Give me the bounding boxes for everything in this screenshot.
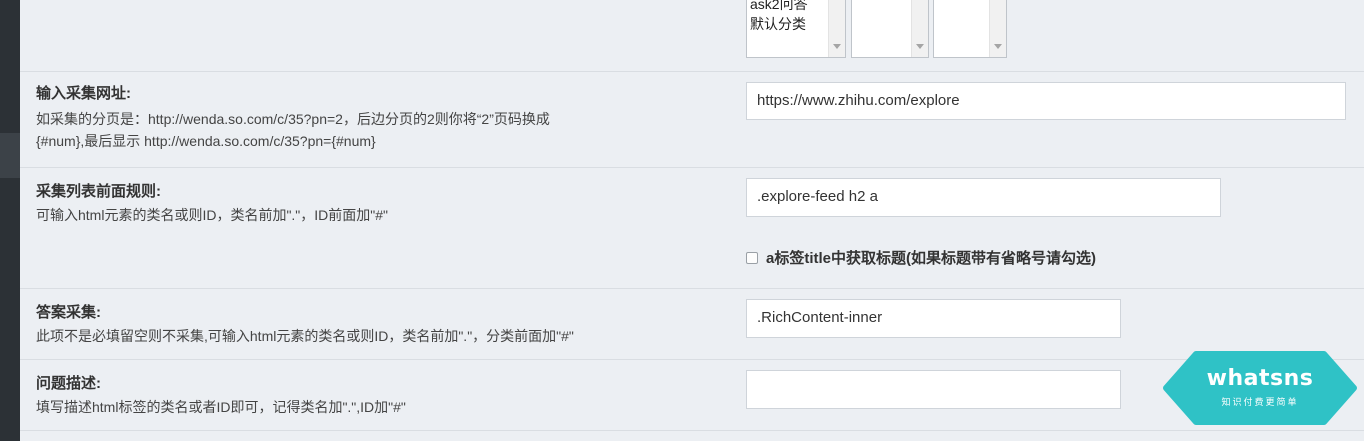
collect-url-title: 输入采集网址: xyxy=(36,85,131,102)
title-from-a-tag-checkbox[interactable] xyxy=(746,251,758,264)
logo-tagline: 知识付费更简单 xyxy=(1221,398,1299,408)
category-select-row: ask2问答 默认分类 xyxy=(20,0,1364,72)
list-rule-input[interactable]: .explore-feed h2 a xyxy=(746,178,1221,217)
scroll-down-arrow-icon[interactable] xyxy=(994,44,1002,49)
title-from-a-tag-option[interactable]: a标签title中获取标题(如果标题带有省略号请勾选) xyxy=(746,247,1096,268)
left-sidebar-rail xyxy=(0,0,20,441)
question-desc-input[interactable] xyxy=(746,370,1121,409)
title-from-a-tag-label[interactable]: a标签title中获取标题(如果标题带有省略号请勾选) xyxy=(766,247,1096,268)
sidebar-active-indicator xyxy=(0,133,20,178)
scroll-down-arrow-icon[interactable] xyxy=(833,44,841,49)
scroll-down-arrow-icon[interactable] xyxy=(916,44,924,49)
list-rule-hint: 可输入html元素的类名或则ID，类名前加"."，ID前面加"#" xyxy=(36,207,389,223)
category-listbox-1[interactable]: ask2问答 默认分类 xyxy=(746,0,846,58)
list-rule-title: 采集列表前面规则: xyxy=(36,183,161,200)
logo-wordmark: whatsns xyxy=(1206,366,1314,391)
listbox-scrollbar[interactable] xyxy=(989,0,1006,57)
collect-url-input[interactable]: https://www.zhihu.com/explore xyxy=(746,82,1346,120)
question-desc-hint: 填写描述html标签的类名或者ID即可，记得类名加".",ID加"#" xyxy=(36,399,406,415)
answer-collect-input[interactable]: .RichContent-inner xyxy=(746,299,1121,338)
category-listbox-3[interactable] xyxy=(933,0,1007,58)
category-listbox-2[interactable] xyxy=(851,0,929,58)
question-desc-title: 问题描述: xyxy=(36,375,101,392)
listbox-scrollbar[interactable] xyxy=(828,0,845,57)
collect-url-hint: 如采集的分页是：http://wenda.so.com/c/35?pn=2，后边… xyxy=(36,111,550,127)
whatsns-logo: whatsns 知识付费更简单 xyxy=(1162,350,1358,426)
collect-url-hint-2: {#num},最后显示 http://wenda.so.com/c/35?pn=… xyxy=(36,133,376,149)
answer-collect-hint: 此项不是必填留空则不采集,可输入html元素的类名或则ID，类名前加"."，分类… xyxy=(36,328,574,344)
collect-url-row: 输入采集网址: 如采集的分页是：http://wenda.so.com/c/35… xyxy=(20,72,1364,168)
listbox-scrollbar[interactable] xyxy=(911,0,928,57)
list-rule-row: 采集列表前面规则: 可输入html元素的类名或则ID，类名前加"."，ID前面加… xyxy=(20,168,1364,289)
answer-collect-title: 答案采集: xyxy=(36,304,101,321)
